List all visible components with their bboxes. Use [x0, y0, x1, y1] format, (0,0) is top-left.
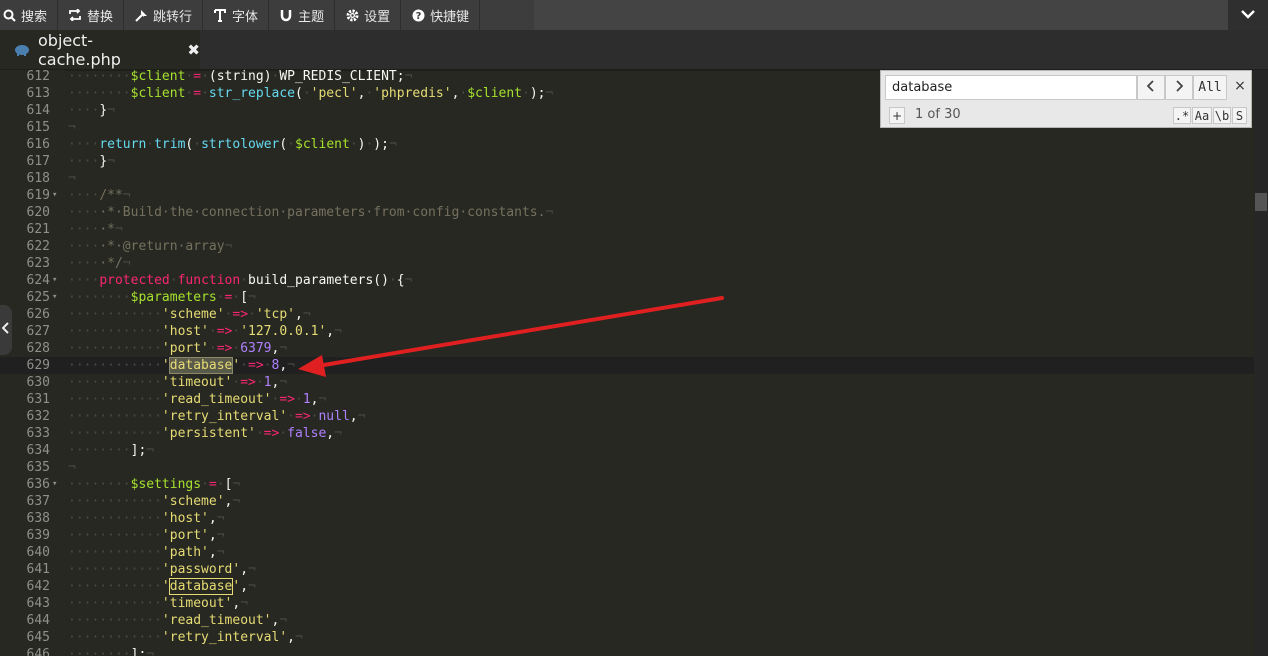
find-next-button[interactable] — [1165, 75, 1193, 100]
chevron-right-icon — [1175, 79, 1184, 96]
help-icon: ? — [411, 8, 425, 22]
code-line: 634 ········];¬ — [26, 443, 155, 458]
vertical-scrollbar[interactable] — [1254, 70, 1268, 656]
code-line: 620 ·····*·Build·the·connection·parameter… — [26, 205, 554, 220]
code-line: 628 ············'port'·=>·6379,¬ — [26, 341, 288, 356]
whole-word-toggle[interactable]: \b — [1213, 107, 1231, 124]
code-line: 616 ····return·trim(·strtolower(·$client·… — [26, 137, 397, 152]
side-panel-toggle[interactable] — [0, 305, 12, 355]
fold-toggle[interactable]: ▾ — [52, 476, 57, 493]
code-line: 635 ¬ — [26, 460, 76, 475]
search-icon — [2, 8, 16, 22]
code-line: 646 ········];¬ — [26, 647, 155, 656]
code-line: 627 ············'host'·=>·'127.0.0.1',¬ — [26, 324, 342, 339]
fold-toggle[interactable]: ▾ — [52, 289, 57, 306]
php-elephant-icon — [14, 41, 30, 60]
code-line: 624 ▾ ····protected·function·build_paramet… — [26, 272, 413, 289]
toolbar-spacer — [534, 0, 1228, 30]
code-line: 640 ············'path',¬ — [26, 545, 225, 560]
chevron-down-icon — [1241, 8, 1255, 23]
font-icon — [213, 8, 227, 22]
svg-text:?: ? — [415, 11, 421, 22]
code-line: 618 ¬ — [26, 171, 76, 186]
code-line: 617 ····}¬ — [26, 154, 115, 169]
close-search-button[interactable]: × — [1231, 77, 1249, 95]
goto-line-button-label: 跳转行 — [153, 9, 193, 25]
replace-icon — [68, 8, 82, 22]
code-line: 641 ············'password',¬ — [26, 562, 256, 577]
scrollbar-thumb[interactable] — [1255, 193, 1267, 211]
settings-button-label: 设置 — [364, 9, 391, 25]
code-line: 621 ·····*¬ — [26, 222, 123, 237]
code-line: 638 ············'host',¬ — [26, 511, 225, 526]
code-line: 619 ▾ ····/**¬ — [26, 187, 131, 204]
replace-button[interactable]: 替换 — [58, 0, 125, 30]
tab-label: object-cache.php — [38, 31, 121, 69]
theme-button-label: 主题 — [298, 9, 325, 25]
fold-toggle[interactable]: ▾ — [52, 187, 57, 204]
code-line: 632 ············'retry_interval'·=>·null,… — [26, 409, 366, 424]
find-all-button[interactable]: All — [1193, 75, 1227, 100]
theme-icon — [279, 8, 293, 22]
code-line: 639 ············'port',¬ — [26, 528, 225, 543]
code-line: 637 ············'scheme',¬ — [26, 494, 241, 509]
search-match-count: 1 of 30 — [915, 107, 961, 122]
search-button[interactable]: 搜索 — [0, 0, 59, 30]
code-editor[interactable]: 612 ········$client·=·(string)·WP_REDIS_C… — [0, 70, 1254, 656]
code-line-active: 629 ············'database'·=>·8,¬ — [0, 357, 1254, 374]
close-icon[interactable]: ✖ — [187, 41, 200, 59]
chevron-left-icon — [1146, 79, 1155, 96]
code-line: 636 ▾ ········$settings·=·[¬ — [26, 476, 241, 493]
theme-button[interactable]: 主题 — [269, 0, 336, 30]
toolbar: 搜索 替换 跳转行 字体 主题 设置 ? 快捷键 — [0, 0, 1268, 30]
code-line: 643 ············'timeout',¬ — [26, 596, 249, 611]
code-line: 622 ·····*·@return·array¬ — [26, 239, 233, 254]
search-panel: All × + 1 of 30 .* Aa \b S — [880, 70, 1252, 128]
code-line: 626 ············'scheme'·=>·'tcp',¬ — [26, 307, 311, 322]
font-button-label: 字体 — [232, 9, 259, 25]
chevron-left-icon — [1, 322, 10, 338]
font-button[interactable]: 字体 — [203, 0, 270, 30]
replace-button-label: 替换 — [87, 9, 114, 25]
collapse-toolbar-button[interactable] — [1228, 0, 1268, 30]
shortcuts-button-label: 快捷键 — [430, 9, 470, 25]
code-line: 631 ············'read_timeout'·=>·1,¬ — [26, 392, 327, 407]
code-line: 625 ▾ ········$parameters·=·[¬ — [26, 289, 256, 306]
code-line: 644 ············'read_timeout',¬ — [26, 613, 288, 628]
fold-toggle[interactable]: ▾ — [52, 272, 57, 289]
goto-line-icon — [134, 8, 148, 22]
code-line: 642 ············'database',¬ — [26, 578, 256, 595]
goto-line-button[interactable]: 跳转行 — [124, 0, 204, 30]
toggle-replace-button[interactable]: + — [889, 107, 905, 124]
code-line: 623 ·····*/¬ — [26, 256, 131, 271]
tab-bar: object-cache.php ✖ — [0, 30, 1268, 71]
search-input[interactable] — [885, 75, 1137, 100]
tab-object-cache[interactable]: object-cache.php ✖ — [0, 30, 200, 70]
find-previous-button[interactable] — [1137, 75, 1165, 100]
shortcuts-button[interactable]: ? 快捷键 — [401, 0, 481, 30]
settings-button[interactable]: 设置 — [335, 0, 402, 30]
case-sensitive-toggle[interactable]: Aa — [1192, 107, 1212, 124]
search-button-label: 搜索 — [21, 9, 48, 25]
regex-toggle[interactable]: .* — [1173, 107, 1191, 124]
code-line: 633 ············'persistent'·=>·false,¬ — [26, 426, 342, 441]
code-line: 630 ············'timeout'·=>·1,¬ — [26, 375, 288, 390]
gear-icon — [345, 8, 359, 22]
search-in-selection-toggle[interactable]: S — [1232, 107, 1247, 124]
code-line: 645 ············'retry_interval',¬ — [26, 630, 303, 645]
